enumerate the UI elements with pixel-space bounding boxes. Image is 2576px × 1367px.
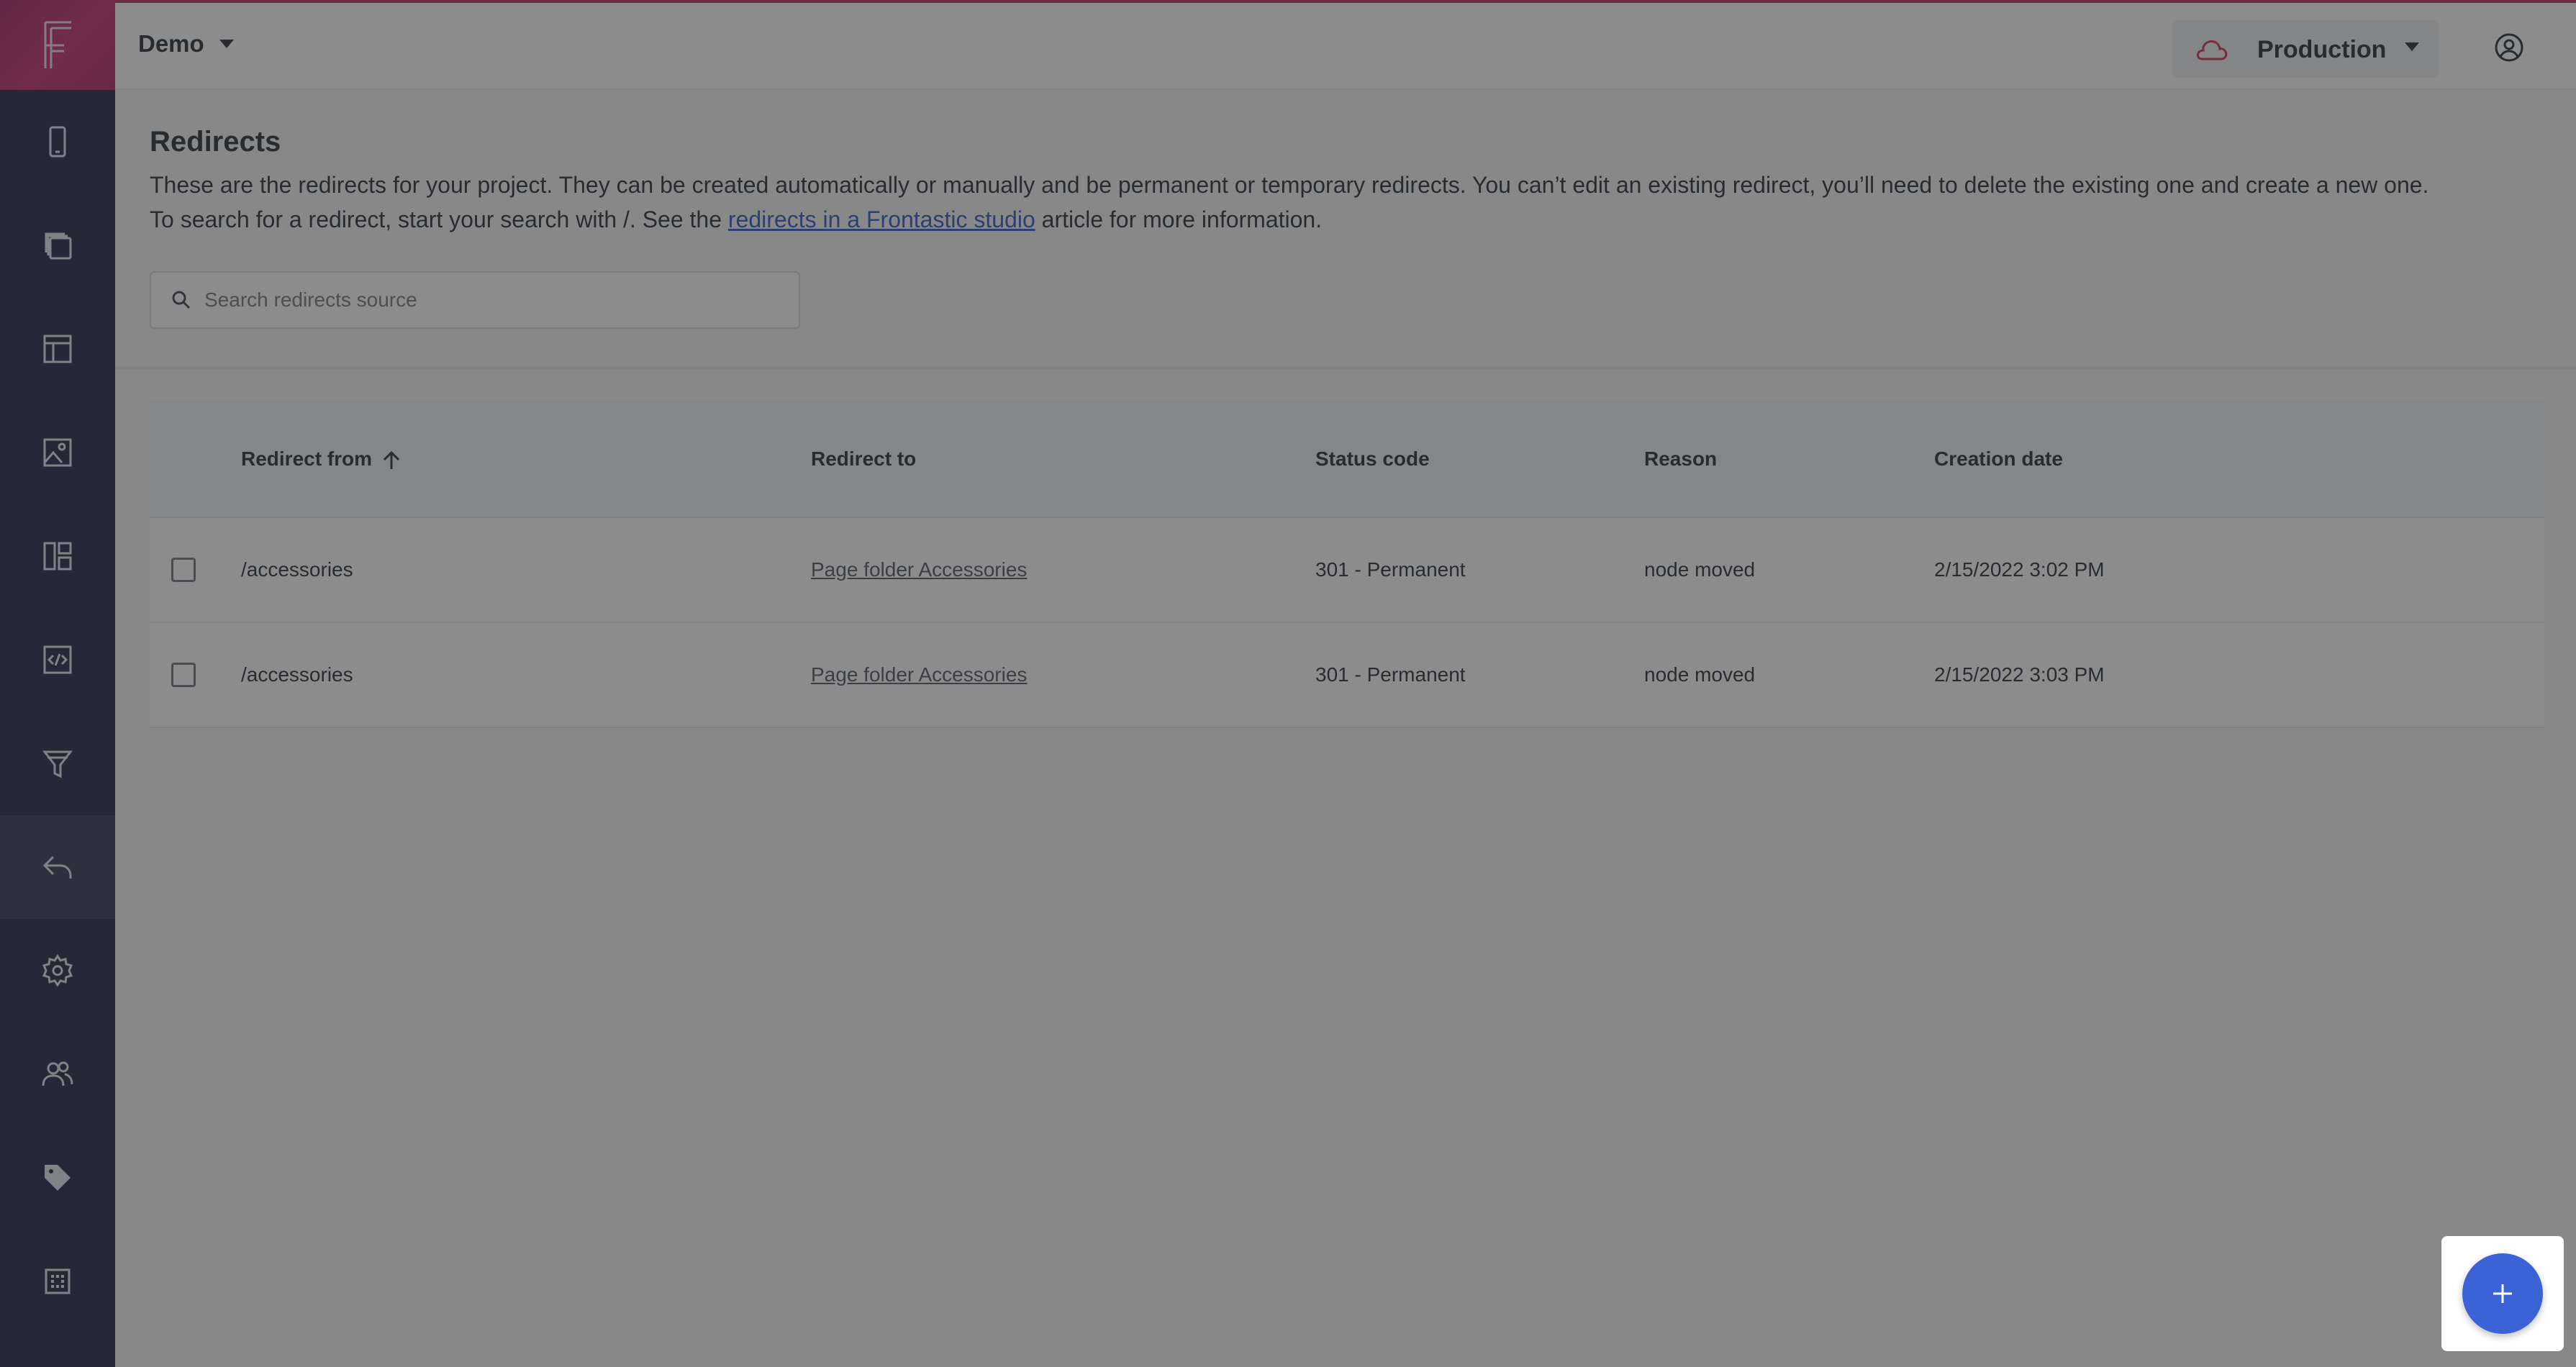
description-line-1: These are the redirects for your project… bbox=[150, 172, 2429, 198]
column-label: Redirect from bbox=[241, 448, 373, 470]
status-code-cell: 301 - Permanent bbox=[1315, 663, 1466, 686]
gear-icon bbox=[42, 954, 73, 987]
status-code-cell: 301 - Permanent bbox=[1315, 558, 1466, 581]
table-row: /accessories Page folder Accessories 301… bbox=[150, 518, 2544, 623]
sort-ascending-icon bbox=[383, 450, 400, 469]
copy-pages-icon bbox=[45, 232, 72, 260]
row-checkbox[interactable] bbox=[171, 558, 196, 582]
table-header: Redirect from Redirect to Status code Re… bbox=[150, 401, 2544, 518]
code-icon bbox=[43, 645, 72, 674]
dashboard-icon bbox=[43, 542, 72, 571]
caret-down-icon bbox=[2405, 42, 2419, 51]
cloud-icon bbox=[2196, 40, 2228, 60]
redirect-to-link[interactable]: Page folder Accessories bbox=[811, 663, 1027, 686]
page-description: These are the redirects for your project… bbox=[150, 168, 2428, 237]
sidebar-item-media[interactable] bbox=[0, 401, 115, 504]
image-icon bbox=[43, 438, 72, 467]
mobile-icon bbox=[49, 126, 66, 158]
table-row: /accessories Page folder Accessories 301… bbox=[150, 623, 2544, 728]
sidebar-item-pages[interactable] bbox=[0, 194, 115, 297]
creation-date-cell: 2/15/2022 3:03 PM bbox=[1934, 663, 2105, 686]
reason-cell: node moved bbox=[1644, 558, 1756, 581]
sidebar bbox=[0, 0, 115, 1367]
search-icon bbox=[172, 291, 191, 309]
row-checkbox[interactable] bbox=[171, 663, 196, 687]
redirect-to-link[interactable]: Page folder Accessories bbox=[811, 558, 1027, 581]
sidebar-item-users[interactable] bbox=[0, 1022, 115, 1126]
sidebar-item-redirects[interactable] bbox=[0, 815, 115, 919]
column-header-reason: Reason bbox=[1644, 448, 1718, 470]
redirects-article-link[interactable]: redirects in a Frontastic studio bbox=[728, 206, 1035, 232]
user-avatar-icon bbox=[2495, 33, 2523, 62]
environment-selector[interactable]: Production bbox=[2172, 20, 2439, 78]
column-header-status-code: Status code bbox=[1315, 448, 1430, 470]
user-menu-button[interactable] bbox=[2492, 30, 2526, 68]
sidebar-item-grid[interactable] bbox=[0, 1230, 115, 1333]
redirect-from-cell: /accessories bbox=[241, 663, 353, 686]
description-prefix: To search for a redirect, start your sea… bbox=[150, 206, 722, 232]
caret-down-icon bbox=[219, 40, 234, 48]
column-header-redirect-to: Redirect to bbox=[811, 448, 917, 470]
reason-cell: node moved bbox=[1644, 663, 1756, 686]
project-selector[interactable]: Demo bbox=[138, 30, 235, 58]
project-name: Demo bbox=[138, 30, 204, 57]
main-content: Redirects These are the redirects for yo… bbox=[115, 90, 2576, 1367]
sidebar-item-devices[interactable] bbox=[0, 90, 115, 194]
search-box bbox=[150, 271, 800, 329]
sidebar-item-components[interactable] bbox=[0, 504, 115, 608]
sidebar-item-developer[interactable] bbox=[0, 608, 115, 712]
sidebar-item-filters[interactable] bbox=[0, 712, 115, 815]
section-divider bbox=[115, 366, 2576, 369]
grid-icon bbox=[45, 1268, 71, 1294]
logo-f-icon bbox=[44, 21, 71, 68]
users-icon bbox=[42, 1061, 73, 1086]
tag-icon bbox=[45, 1165, 71, 1191]
plus-icon bbox=[2493, 1284, 2512, 1303]
description-line-2: To search for a redirect, start your sea… bbox=[150, 202, 2428, 237]
description-suffix: article for more information. bbox=[1041, 206, 1323, 232]
sidebar-item-layouts[interactable] bbox=[0, 297, 115, 401]
sidebar-item-tags[interactable] bbox=[0, 1126, 115, 1230]
top-bar: Demo Production bbox=[115, 0, 2576, 90]
redirect-icon bbox=[42, 855, 72, 878]
column-header-creation-date: Creation date bbox=[1934, 448, 2063, 470]
filter-icon bbox=[42, 750, 73, 778]
add-redirect-highlight bbox=[2441, 1236, 2564, 1351]
page-title: Redirects bbox=[150, 126, 281, 158]
frontastic-logo[interactable] bbox=[0, 0, 115, 90]
add-redirect-button[interactable] bbox=[2462, 1253, 2543, 1334]
sidebar-item-settings[interactable] bbox=[0, 919, 115, 1022]
search-input[interactable] bbox=[203, 288, 796, 312]
environment-label: Production bbox=[2257, 36, 2387, 63]
creation-date-cell: 2/15/2022 3:02 PM bbox=[1934, 558, 2105, 581]
redirect-from-cell: /accessories bbox=[241, 558, 353, 581]
redirects-table: Redirect from Redirect to Status code Re… bbox=[150, 401, 2544, 728]
column-header-redirect-from[interactable]: Redirect from bbox=[241, 448, 401, 471]
layout-icon bbox=[43, 335, 72, 363]
